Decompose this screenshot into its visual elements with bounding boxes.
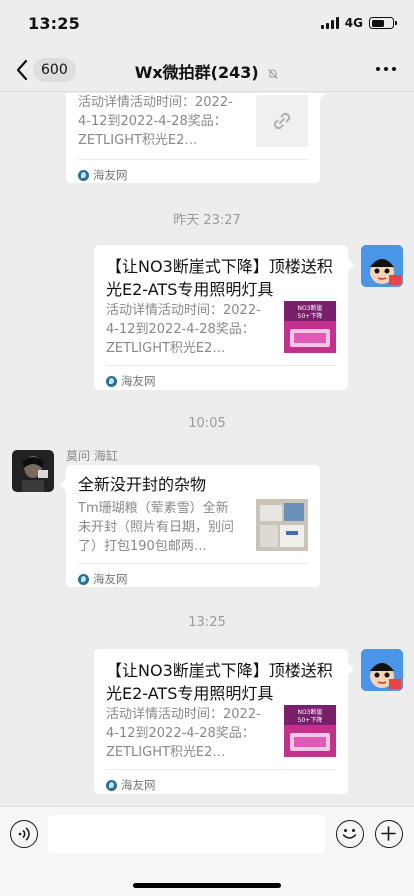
- chat-header: 600 Wx微拍群(243): [0, 48, 414, 92]
- add-more-icon[interactable]: [375, 820, 403, 848]
- svg-text:NO3断崖: NO3断崖: [297, 708, 322, 716]
- avatar[interactable]: [361, 649, 403, 691]
- message-list[interactable]: 活动详情活动时间：2022-4-12到2022-4-28奖品：ZETLIGHT积…: [0, 93, 414, 806]
- chat-title-wrap: Wx微拍群(243): [0, 59, 414, 83]
- svg-text:50+下降: 50+下降: [298, 312, 323, 320]
- more-dots-icon[interactable]: [376, 67, 396, 71]
- message-input[interactable]: [48, 815, 325, 853]
- link-card-message[interactable]: 【让NO3断崖式下降】顶楼送积光E2-ATS专用照明灯具 活动详情活动时间：20…: [94, 649, 354, 794]
- link-card-message[interactable]: 活动详情活动时间：2022-4-12到2022-4-28奖品：ZETLIGHT积…: [66, 93, 326, 183]
- svg-text:50+下降: 50+下降: [298, 716, 323, 724]
- card-divider: [78, 159, 308, 160]
- network-type: 4G: [344, 16, 363, 30]
- link-card-title: 【让NO3断崖式下降】顶楼送积光E2-ATS专用照明灯具: [106, 257, 333, 299]
- timestamp: 昨天 23:27: [173, 213, 241, 228]
- product-image: NO3断崖 50+下降: [284, 301, 336, 353]
- timestamp: 10:05: [188, 416, 226, 431]
- card-divider: [106, 365, 336, 366]
- source-app-icon: [106, 779, 117, 791]
- bell-off-icon: [268, 68, 279, 79]
- link-card-description: 活动详情活动时间：2022-4-12到2022-4-28奖品：ZETLIGHT积…: [78, 95, 233, 148]
- battery-icon: [369, 17, 397, 29]
- status-bar: 13:25 4G: [0, 0, 414, 48]
- svg-text:NO3断崖: NO3断崖: [297, 304, 322, 312]
- source-name: 海友网: [121, 778, 156, 792]
- link-card-description: 活动详情活动时间：2022-4-12到2022-4-28奖品：ZETLIGHT积…: [106, 303, 261, 356]
- timestamp: 13:25: [188, 615, 226, 630]
- emoji-icon[interactable]: [336, 820, 364, 848]
- link-card-message[interactable]: 全新没开封的杂物 Tm珊瑚粮（荤素雪）全新未开封（照片有日期，别问了）打包190…: [60, 465, 320, 587]
- chat-title: Wx微拍群(243): [134, 63, 259, 82]
- avatar[interactable]: [361, 245, 403, 287]
- link-card-source: 海友网: [106, 777, 156, 793]
- link-card-title: 【让NO3断崖式下降】顶楼送积光E2-ATS专用照明灯具: [106, 661, 333, 703]
- source-name: 海友网: [93, 572, 128, 586]
- source-name: 海友网: [93, 168, 128, 182]
- product-image: NO3断崖 50+下降: [284, 705, 336, 757]
- status-icons: 4G: [320, 16, 397, 30]
- avatar[interactable]: [12, 450, 54, 492]
- signal-icon: [320, 17, 339, 29]
- card-divider: [106, 769, 336, 770]
- voice-input-icon[interactable]: [10, 820, 38, 848]
- link-card-source: 海友网: [78, 167, 128, 183]
- link-card-message[interactable]: 【让NO3断崖式下降】顶楼送积光E2-ATS专用照明灯具 活动详情活动时间：20…: [94, 245, 354, 390]
- link-card-source: 海友网: [106, 373, 156, 389]
- source-app-icon: [78, 573, 89, 585]
- card-divider: [78, 563, 308, 564]
- link-icon: [256, 95, 308, 147]
- product-photo: [256, 499, 308, 551]
- link-card-title: 全新没开封的杂物: [78, 475, 207, 494]
- source-name: 海友网: [121, 374, 156, 388]
- link-card-source: 海友网: [78, 571, 128, 587]
- link-card-description: Tm珊瑚粮（荤素雪）全新未开封（照片有日期，别问了）打包190包邮两…: [78, 501, 235, 554]
- status-time: 13:25: [28, 14, 80, 33]
- home-indicator: [133, 883, 281, 888]
- sender-name: 莫问 海缸: [66, 449, 118, 463]
- source-app-icon: [106, 375, 117, 387]
- source-app-icon: [78, 169, 89, 181]
- link-card-description: 活动详情活动时间：2022-4-12到2022-4-28奖品：ZETLIGHT积…: [106, 707, 261, 760]
